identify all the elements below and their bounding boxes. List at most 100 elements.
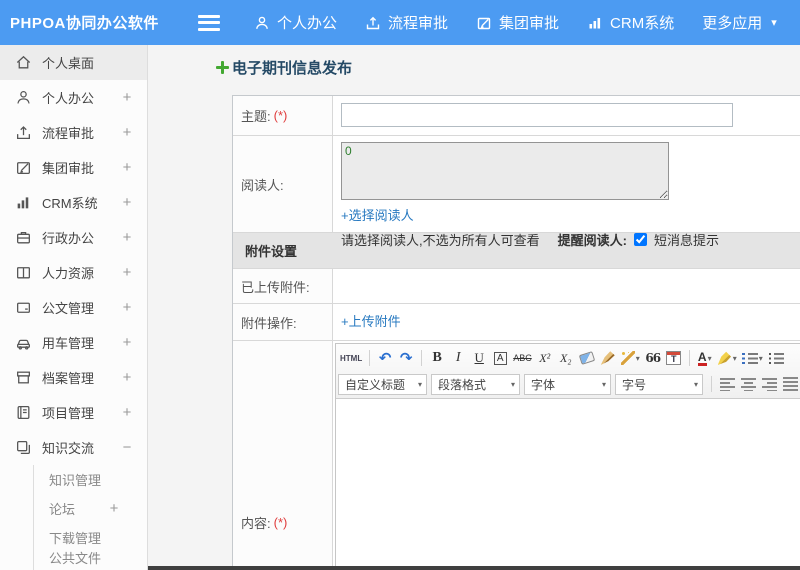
- home-icon: [15, 54, 32, 71]
- menu-toggle-button[interactable]: [198, 14, 220, 31]
- ordered-list-button[interactable]: ▾: [740, 348, 765, 368]
- caret-down-icon: ▾: [635, 353, 640, 363]
- hamburger-bar: [198, 27, 220, 31]
- sms-notify-checkbox[interactable]: [633, 233, 647, 246]
- editor-content-area[interactable]: [336, 399, 800, 570]
- nav-item-label: 个人办公: [277, 15, 338, 32]
- redo-button[interactable]: ↷: [396, 348, 416, 368]
- heading-select[interactable]: 自定义标题 ▾: [338, 373, 427, 395]
- caret-down-icon: ▾: [693, 379, 698, 389]
- submenu-item-forum[interactable]: 论坛 +: [34, 494, 147, 523]
- font-color-button[interactable]: A ▾: [695, 348, 715, 368]
- sidebar-item-admin-office[interactable]: 行政办公 +: [0, 220, 147, 255]
- nav-group-approval[interactable]: 集团审批: [476, 12, 559, 33]
- italic-button[interactable]: I: [448, 348, 468, 368]
- submenu-item-label: 下载管理: [49, 531, 102, 546]
- page-title: 电子期刊信息发布: [216, 57, 352, 78]
- nav-item-label: 流程审批: [388, 15, 449, 32]
- insert-date-button[interactable]: T: [664, 348, 684, 368]
- nav-crm[interactable]: CRM系统: [587, 12, 674, 33]
- caret-down-icon: ▾: [601, 379, 606, 389]
- undo-button[interactable]: ↶: [375, 348, 395, 368]
- submenu-item-public-cabinet[interactable]: 公共文件柜: [34, 551, 147, 570]
- nav-item-label: 更多应用: [702, 15, 763, 32]
- submenu-item-knowledge-mgmt[interactable]: 知识管理: [34, 465, 147, 494]
- subject-label-cell: 主题: (*): [233, 96, 333, 135]
- app-header: PHPOA协同办公软件 个人办公 流程审批 集团审批 CRM系统 更多应用 ▾: [0, 0, 800, 45]
- align-right-button[interactable]: [759, 374, 779, 394]
- choose-readers-link[interactable]: +选择阅读人: [341, 205, 414, 224]
- heading-select-label: 自定义标题: [345, 377, 406, 392]
- sidebar-item-project-mgmt[interactable]: 项目管理 +: [0, 395, 147, 430]
- unordered-list-button[interactable]: [766, 348, 786, 368]
- expand-indicator: +: [122, 404, 132, 421]
- expand-indicator: +: [122, 194, 132, 211]
- remove-format-button[interactable]: [577, 348, 597, 368]
- sidebar-item-document-mgmt[interactable]: 公文管理 +: [0, 290, 147, 325]
- knowledge-submenu: 知识管理 论坛 + 下载管理 公共文件柜: [33, 465, 147, 570]
- uploaded-label-cell: 已上传附件:: [233, 269, 333, 303]
- align-left-button[interactable]: [717, 374, 737, 394]
- sidebar-item-desktop[interactable]: 个人桌面: [0, 45, 147, 80]
- subject-row: 主题: (*): [233, 96, 800, 136]
- sidebar-item-crm[interactable]: CRM系统 +: [0, 185, 147, 220]
- attachment-operation-label: 附件操作:: [241, 315, 297, 331]
- font-border-button[interactable]: A: [490, 348, 510, 368]
- submenu-item-label: 公共文件柜: [49, 550, 102, 570]
- ordered-list-icon: [741, 352, 758, 365]
- font-family-select[interactable]: 字体 ▾: [524, 373, 611, 395]
- sidebar: 个人桌面 个人办公 + 流程审批 + 集团审批 + CRM系统 + 行政办公 +…: [0, 45, 148, 570]
- sidebar-item-group-approval[interactable]: 集团审批 +: [0, 150, 147, 185]
- font-size-select[interactable]: 字号 ▾: [615, 373, 703, 395]
- nav-personal-office[interactable]: 个人办公: [254, 12, 337, 33]
- subscript-button[interactable]: X₂: [556, 348, 576, 368]
- subject-field-cell: [333, 96, 800, 135]
- subject-input[interactable]: [341, 103, 733, 127]
- sidebar-item-label: 公文管理: [42, 301, 95, 316]
- uploaded-attachments-label: 已上传附件:: [241, 279, 310, 295]
- page-title-text: 电子期刊信息发布: [232, 60, 353, 77]
- paragraph-select-label: 段落格式: [438, 377, 487, 392]
- document-icon: [15, 299, 32, 316]
- nav-more-apps[interactable]: 更多应用 ▾: [702, 12, 777, 33]
- toolbar-row-2: 自定义标题 ▾ 段落格式 ▾ 字体 ▾ 字号 ▾: [338, 371, 800, 397]
- attachment-op-label-cell: 附件操作:: [233, 304, 333, 340]
- html-source-button[interactable]: HTML: [338, 348, 364, 368]
- upload-attachment-link[interactable]: +上传附件: [341, 314, 401, 329]
- blockquote-button[interactable]: 66: [643, 348, 663, 368]
- strikethrough-button[interactable]: ABC: [511, 348, 534, 368]
- justify-button[interactable]: [780, 374, 800, 394]
- briefcase-icon: [15, 229, 32, 246]
- toolbar-separator: [711, 376, 712, 392]
- sidebar-item-knowledge-exchange[interactable]: 知识交流 −: [0, 430, 147, 465]
- expand-indicator: +: [122, 124, 132, 141]
- hamburger-bar: [198, 21, 220, 24]
- align-center-button[interactable]: [738, 374, 758, 394]
- readers-textarea[interactable]: 0: [341, 142, 669, 200]
- format-painter-button[interactable]: [598, 348, 618, 368]
- sidebar-item-label: 用车管理: [42, 336, 95, 351]
- auto-typeset-button[interactable]: ▾: [619, 348, 642, 368]
- marker-icon: [717, 351, 732, 365]
- sidebar-item-archive-mgmt[interactable]: 档案管理 +: [0, 360, 147, 395]
- nav-workflow-approval[interactable]: 流程审批: [365, 12, 448, 33]
- flow-icon: [365, 15, 381, 31]
- publish-form: 主题: (*) 阅读人: 0 +选择阅读人 请选择阅读人,不选为所有人可查看 提…: [232, 95, 800, 570]
- expand-indicator: +: [122, 299, 132, 316]
- expand-indicator: +: [122, 229, 132, 246]
- highlight-button[interactable]: ▾: [716, 348, 739, 368]
- sidebar-item-label: 档案管理: [42, 371, 95, 386]
- layers-icon: [15, 439, 32, 456]
- caret-down-icon: ▾: [707, 353, 712, 363]
- sidebar-item-vehicle-mgmt[interactable]: 用车管理 +: [0, 325, 147, 360]
- edit-icon: [15, 159, 32, 176]
- sidebar-item-personal-office[interactable]: 个人办公 +: [0, 80, 147, 115]
- superscript-button[interactable]: X²: [535, 348, 555, 368]
- paragraph-format-select[interactable]: 段落格式 ▾: [431, 373, 520, 395]
- bold-button[interactable]: B: [427, 348, 447, 368]
- person-icon: [254, 15, 270, 31]
- edit-icon: [476, 15, 492, 31]
- sidebar-item-workflow-approval[interactable]: 流程审批 +: [0, 115, 147, 150]
- sidebar-item-hr[interactable]: 人力资源 +: [0, 255, 147, 290]
- underline-button[interactable]: U: [469, 348, 489, 368]
